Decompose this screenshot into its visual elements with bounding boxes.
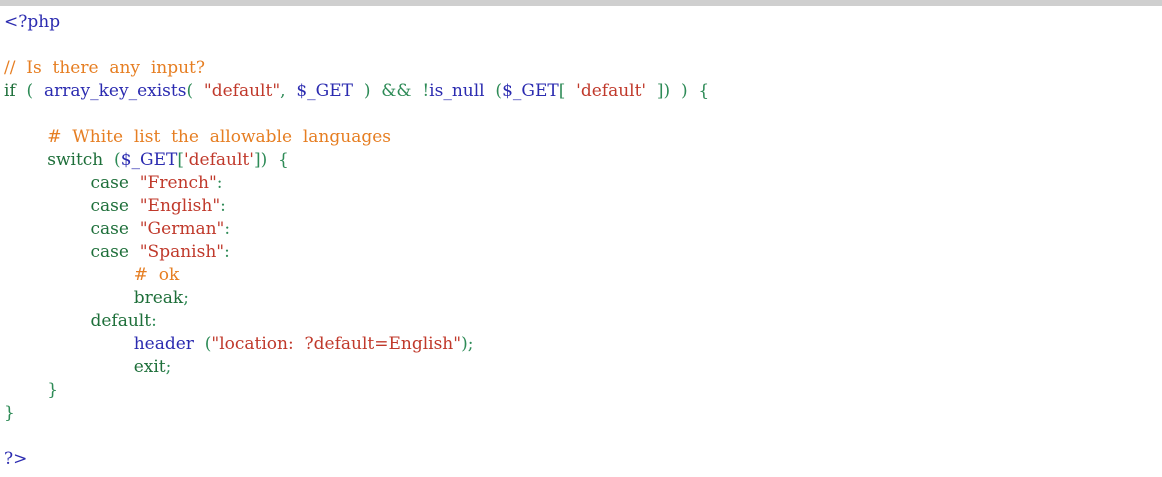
code-line: default: <box>4 310 157 333</box>
code-token: "Spanish" <box>139 242 225 262</box>
code-token: if <box>4 81 16 101</box>
code-line: } <box>4 402 15 425</box>
code-token: } <box>4 403 15 423</box>
code-token: ]) { <box>253 150 289 170</box>
code-token: ( <box>193 334 212 354</box>
code-line: case "English": <box>4 195 226 218</box>
code-token: case <box>90 173 129 193</box>
code-token: <?php <box>4 12 61 32</box>
code-token: // Is there any input? <box>4 58 206 78</box>
code-token: "English" <box>139 196 221 216</box>
code-token: array_key_exists <box>43 81 187 101</box>
code-token: ); <box>461 334 474 354</box>
code-token: case <box>90 219 129 239</box>
code-token: header <box>133 334 194 354</box>
code-token: switch <box>47 150 104 170</box>
code-line: if ( array_key_exists( "default", $_GET … <box>4 80 709 103</box>
code-token: ; <box>183 288 189 308</box>
code-token: [ <box>177 150 184 170</box>
code-line: case "French": <box>4 172 223 195</box>
code-token: case <box>90 242 129 262</box>
code-token: "German" <box>139 219 225 239</box>
code-token: "location: ?default=English" <box>211 334 462 354</box>
code-token: $_GET <box>120 150 178 170</box>
code-token: $_GET <box>502 81 559 101</box>
code-token: default <box>90 311 152 331</box>
code-line: header ("location: ?default=English"); <box>4 333 474 356</box>
code-token: && <box>381 81 412 101</box>
code-token: [ <box>558 81 577 101</box>
code-line: # ok <box>4 264 180 287</box>
code-token: # ok <box>133 265 180 285</box>
code-token: : <box>151 311 157 331</box>
code-token: "default" <box>203 81 281 101</box>
code-token: is_null <box>429 81 485 101</box>
code-token: ( <box>15 81 44 101</box>
code-token: exit <box>133 357 166 377</box>
code-token: "French" <box>139 173 217 193</box>
code-token: $_GET <box>296 81 354 101</box>
code-line: <?php <box>4 11 60 34</box>
code-token: break <box>133 288 184 308</box>
code-token: : <box>216 173 223 193</box>
code-line: break; <box>4 287 189 310</box>
code-token: # White list the allowable languages <box>47 127 392 147</box>
code-line: exit; <box>4 356 172 379</box>
code-token: ?> <box>4 449 28 469</box>
code-token: : <box>224 242 230 262</box>
code-token: ) <box>353 81 382 101</box>
code-line: # White list the allowable languages <box>4 126 391 149</box>
code-line: switch ($_GET['default']) { <box>4 149 289 172</box>
code-token: ( <box>484 81 503 101</box>
code-token: : <box>224 219 231 239</box>
code-token: ; <box>165 357 172 377</box>
code-line: // Is there any input? <box>4 57 205 80</box>
code-editor[interactable]: <?php// Is there any input? if ( array_ke… <box>0 6 1162 477</box>
code-token: } <box>47 380 59 400</box>
code-token: ! <box>411 81 430 101</box>
code-token: ( <box>186 81 204 101</box>
code-token: case <box>90 196 129 216</box>
code-token: ]) ) { <box>646 81 710 101</box>
code-token: ( <box>103 150 121 170</box>
code-token: 'default' <box>184 150 254 170</box>
code-line: ?> <box>4 448 27 471</box>
code-token: 'default' <box>576 81 647 101</box>
code-token: , <box>280 81 297 101</box>
code-line: case "Spanish": <box>4 241 230 264</box>
code-token: : <box>220 196 226 216</box>
code-line: case "German": <box>4 218 230 241</box>
code-line: } <box>4 379 58 402</box>
